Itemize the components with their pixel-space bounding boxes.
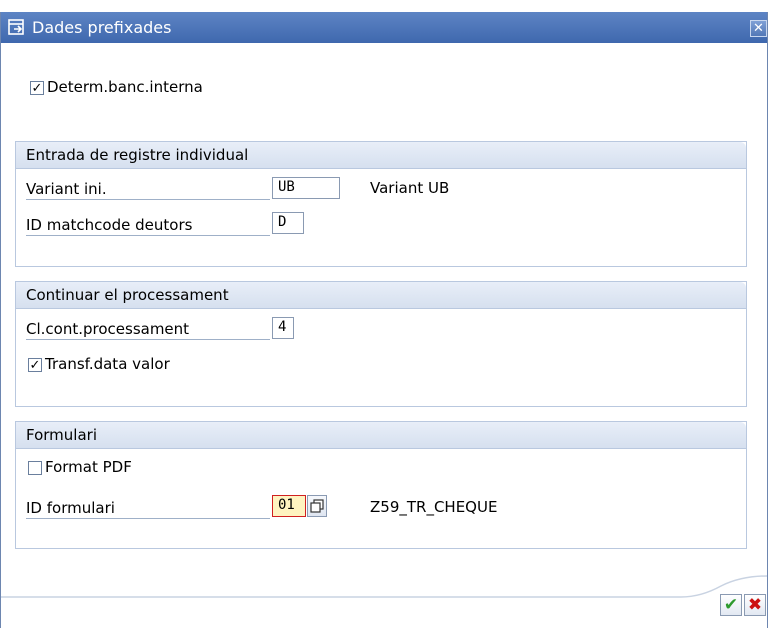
determ-banc-label: Determ.banc.interna — [47, 78, 203, 96]
group-formulari: Formulari Format PDF ID formulari 01 Z59… — [15, 421, 747, 549]
cancel-icon: ✖ — [747, 594, 763, 615]
group-individual-entry: Entrada de registre individual Variant i… — [15, 141, 747, 267]
check-icon: ✔ — [723, 594, 739, 615]
checkmark-icon: ✓ — [31, 80, 43, 96]
group-continue-processing: Continuar el processament Cl.cont.proces… — [15, 281, 747, 407]
form-id-label: ID formulari — [26, 497, 270, 519]
form-description: Z59_TR_CHEQUE — [370, 498, 498, 516]
format-pdf-checkbox[interactable] — [28, 461, 42, 475]
dialog-titlebar[interactable]: Dades prefixades ✕ — [1, 12, 767, 43]
dialog-title: Dades prefixades — [32, 18, 172, 37]
dialog-window: Dades prefixades ✕ ✓ Determ.banc.interna… — [0, 12, 768, 628]
group-title: Entrada de registre individual — [26, 146, 249, 164]
footer-divider — [1, 575, 767, 598]
transf-data-label: Transf.data valor — [45, 355, 170, 373]
confirm-button[interactable]: ✔ — [720, 594, 742, 616]
matchcode-label: ID matchcode deutors — [26, 214, 270, 236]
group-header: Formulari — [16, 422, 746, 449]
close-icon[interactable]: ✕ — [750, 20, 767, 37]
checkmark-icon: ✓ — [29, 357, 41, 373]
determ-banc-checkbox[interactable]: ✓ — [30, 81, 44, 95]
value-help-icon — [310, 499, 324, 513]
group-header: Continuar el processament — [16, 282, 746, 309]
value-help-button[interactable] — [307, 495, 327, 517]
dialog-window-icon — [7, 18, 26, 37]
group-title: Continuar el processament — [26, 286, 229, 304]
group-header: Entrada de registre individual — [16, 142, 746, 169]
transf-data-checkbox[interactable]: ✓ — [28, 358, 42, 372]
cl-cont-input[interactable]: 4 — [272, 317, 294, 339]
matchcode-input[interactable]: D — [272, 212, 304, 234]
variant-label: Variant ini. — [26, 178, 270, 200]
variant-description: Variant UB — [370, 179, 450, 197]
variant-input[interactable]: UB — [272, 177, 340, 199]
cancel-button[interactable]: ✖ — [744, 594, 766, 616]
cl-cont-label: Cl.cont.processament — [26, 318, 270, 340]
form-id-input[interactable]: 01 — [272, 495, 306, 517]
format-pdf-label: Format PDF — [45, 458, 132, 476]
group-title: Formulari — [26, 426, 97, 444]
